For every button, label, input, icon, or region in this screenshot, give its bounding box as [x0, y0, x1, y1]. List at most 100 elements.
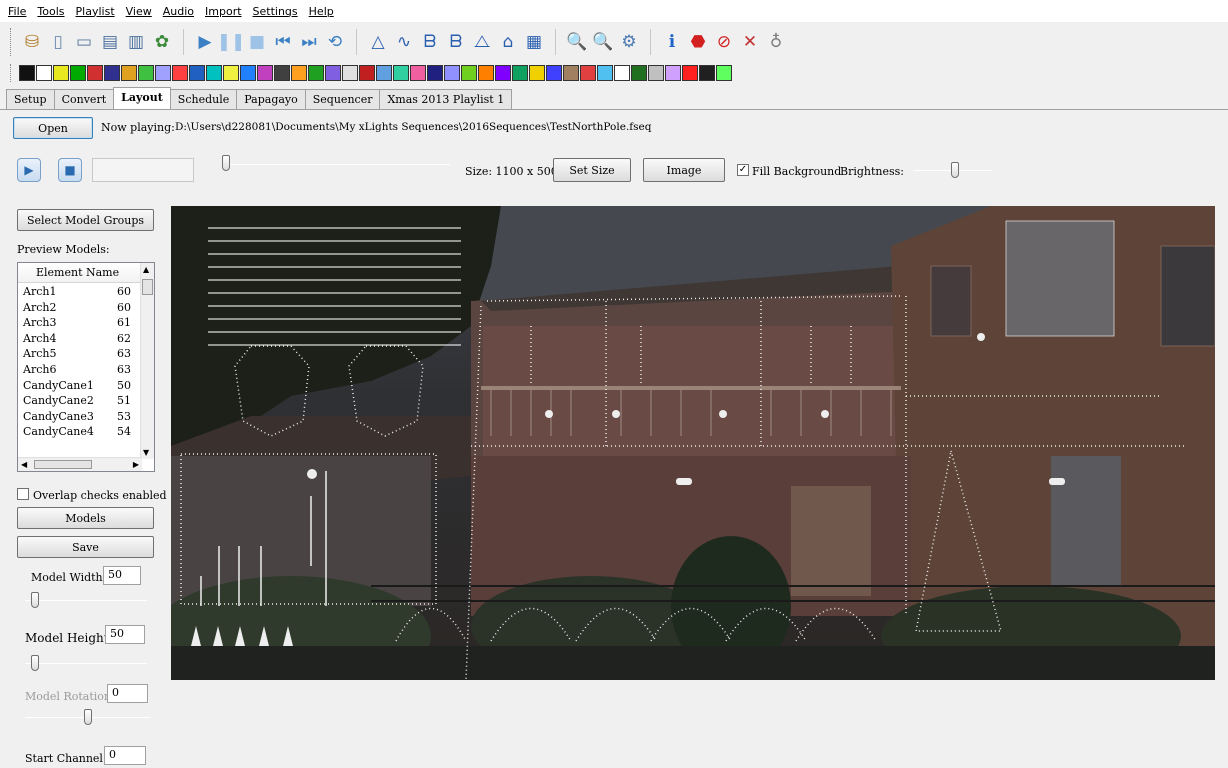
effect-icon[interactable] [512, 65, 528, 81]
house-icon[interactable]: ⌂ [497, 30, 519, 54]
list-item[interactable]: Arch3 61 [18, 316, 142, 332]
layout-preview-canvas[interactable] [171, 206, 1215, 680]
effect-icon[interactable] [529, 65, 545, 81]
effect-icon[interactable] [87, 65, 103, 81]
tab-layout[interactable]: Layout [113, 87, 171, 109]
menu-file[interactable]: File [8, 5, 26, 18]
wave-icon[interactable]: ∿ [393, 30, 415, 54]
effect-icon[interactable] [206, 65, 222, 81]
effect-icon[interactable] [189, 65, 205, 81]
color-grid-icon[interactable]: ▦ [523, 30, 545, 54]
close-icon[interactable]: ✕ [739, 30, 761, 54]
stop-icon[interactable]: ■ [246, 30, 268, 54]
image-button[interactable]: Image [643, 158, 725, 182]
tab-convert[interactable]: Convert [53, 89, 115, 109]
preview-models-list[interactable]: Element Name ▲ ▼ ◀ ▶ Arch1 60 Arch2 60 Arch3… [17, 262, 155, 472]
save-icon[interactable]: ▤ [99, 30, 121, 54]
gear-icon[interactable]: ⚙ [618, 30, 640, 54]
effect-icon[interactable] [427, 65, 443, 81]
effect-icon[interactable] [172, 65, 188, 81]
pause-icon[interactable]: ❚❚ [217, 30, 246, 54]
effect-icon[interactable] [359, 65, 375, 81]
bulb-channel2-icon[interactable]: ᗷ [445, 30, 467, 54]
effect-icon[interactable] [155, 65, 171, 81]
folder-open-icon[interactable]: ⛁ [21, 30, 43, 54]
tab-xmas-2013-playlist-1[interactable]: Xmas 2013 Playlist 1 [379, 89, 513, 109]
bulb-channel-icon[interactable]: ᗷ [419, 30, 441, 54]
brightness-slider-thumb[interactable] [950, 162, 959, 178]
list-item[interactable]: Arch4 62 [18, 332, 142, 348]
effect-icon[interactable] [580, 65, 596, 81]
help-bulb-icon[interactable]: ♁ [765, 30, 787, 54]
zoom-in-icon[interactable]: 🔍 [566, 30, 588, 54]
effect-icon[interactable] [699, 65, 715, 81]
tree-icon[interactable]: △ [367, 30, 389, 54]
list-item[interactable]: CandyCane4 54 [18, 425, 142, 441]
effect-icon[interactable] [308, 65, 324, 81]
menu-audio[interactable]: Audio [163, 5, 194, 18]
effect-icon[interactable] [461, 65, 477, 81]
effect-icon[interactable] [478, 65, 494, 81]
effect-icon[interactable] [597, 65, 613, 81]
list-item[interactable]: Arch1 60 [18, 285, 142, 301]
list-item[interactable]: Arch5 63 [18, 347, 142, 363]
models-button[interactable]: Models [17, 507, 154, 529]
settings-gear-icon[interactable]: ✿ [151, 30, 173, 54]
playback-slider-thumb[interactable] [222, 155, 230, 171]
model-height-input[interactable]: 50 [105, 625, 145, 644]
effects-grip[interactable] [10, 64, 13, 82]
effect-icon[interactable] [121, 65, 137, 81]
effect-icon[interactable] [36, 65, 52, 81]
save-as-icon[interactable]: ▥ [125, 30, 147, 54]
scroll-down-icon[interactable]: ▼ [143, 448, 149, 457]
horizontal-scroll-thumb[interactable] [34, 460, 92, 469]
repeat-icon[interactable]: ⟲ [324, 30, 346, 54]
effect-icon[interactable] [19, 65, 35, 81]
effect-icon[interactable] [342, 65, 358, 81]
info-icon[interactable]: ℹ [661, 30, 683, 54]
menu-playlist[interactable]: Playlist [76, 5, 115, 18]
select-model-groups-button[interactable]: Select Model Groups [17, 209, 154, 231]
list-item[interactable]: CandyCane3 53 [18, 410, 142, 426]
effect-icon[interactable] [631, 65, 647, 81]
effect-icon[interactable] [563, 65, 579, 81]
effect-icon[interactable] [648, 65, 664, 81]
effect-icon[interactable] [495, 65, 511, 81]
overlap-checks-checkbox[interactable] [17, 488, 29, 500]
list-item[interactable]: Arch2 60 [18, 301, 142, 317]
effect-icon[interactable] [240, 65, 256, 81]
effect-icon[interactable] [325, 65, 341, 81]
open-button[interactable]: Open [13, 117, 93, 139]
vertical-scroll-thumb[interactable] [142, 279, 153, 295]
preview-stop-button[interactable]: ■ [58, 158, 82, 182]
stop-circle-icon[interactable]: ⊘ [713, 30, 735, 54]
tree-outline-icon[interactable]: ⧍ [471, 30, 493, 54]
start-channel-input[interactable]: 0 [104, 746, 146, 765]
tab-papagayo[interactable]: Papagayo [236, 89, 306, 109]
effect-icon[interactable] [665, 65, 681, 81]
effect-icon[interactable] [410, 65, 426, 81]
effect-icon[interactable] [716, 65, 732, 81]
effect-icon[interactable] [53, 65, 69, 81]
new-file-icon[interactable]: ▯ [47, 30, 69, 54]
list-item[interactable]: CandyCane1 50 [18, 379, 142, 395]
effect-icon[interactable] [257, 65, 273, 81]
list-item[interactable]: Arch6 63 [18, 363, 142, 379]
stop-sign-icon[interactable]: ⬣ [687, 30, 709, 54]
effect-icon[interactable] [138, 65, 154, 81]
scroll-right-icon[interactable]: ▶ [133, 460, 139, 469]
skip-back-icon[interactable]: ⏮ [272, 30, 294, 54]
effect-icon[interactable] [682, 65, 698, 81]
model-height-slider-thumb[interactable] [31, 655, 39, 671]
scroll-up-icon[interactable]: ▲ [143, 265, 149, 274]
scroll-left-icon[interactable]: ◀ [21, 460, 27, 469]
tab-schedule[interactable]: Schedule [169, 89, 238, 109]
menu-settings[interactable]: Settings [253, 5, 298, 18]
menu-view[interactable]: View [126, 5, 152, 18]
menu-import[interactable]: Import [205, 5, 242, 18]
fill-background-checkbox[interactable]: ✓ [737, 164, 749, 176]
open-file-icon[interactable]: ▭ [73, 30, 95, 54]
model-rotation-slider-thumb[interactable] [84, 709, 92, 725]
effect-icon[interactable] [274, 65, 290, 81]
model-width-slider-thumb[interactable] [31, 592, 39, 608]
